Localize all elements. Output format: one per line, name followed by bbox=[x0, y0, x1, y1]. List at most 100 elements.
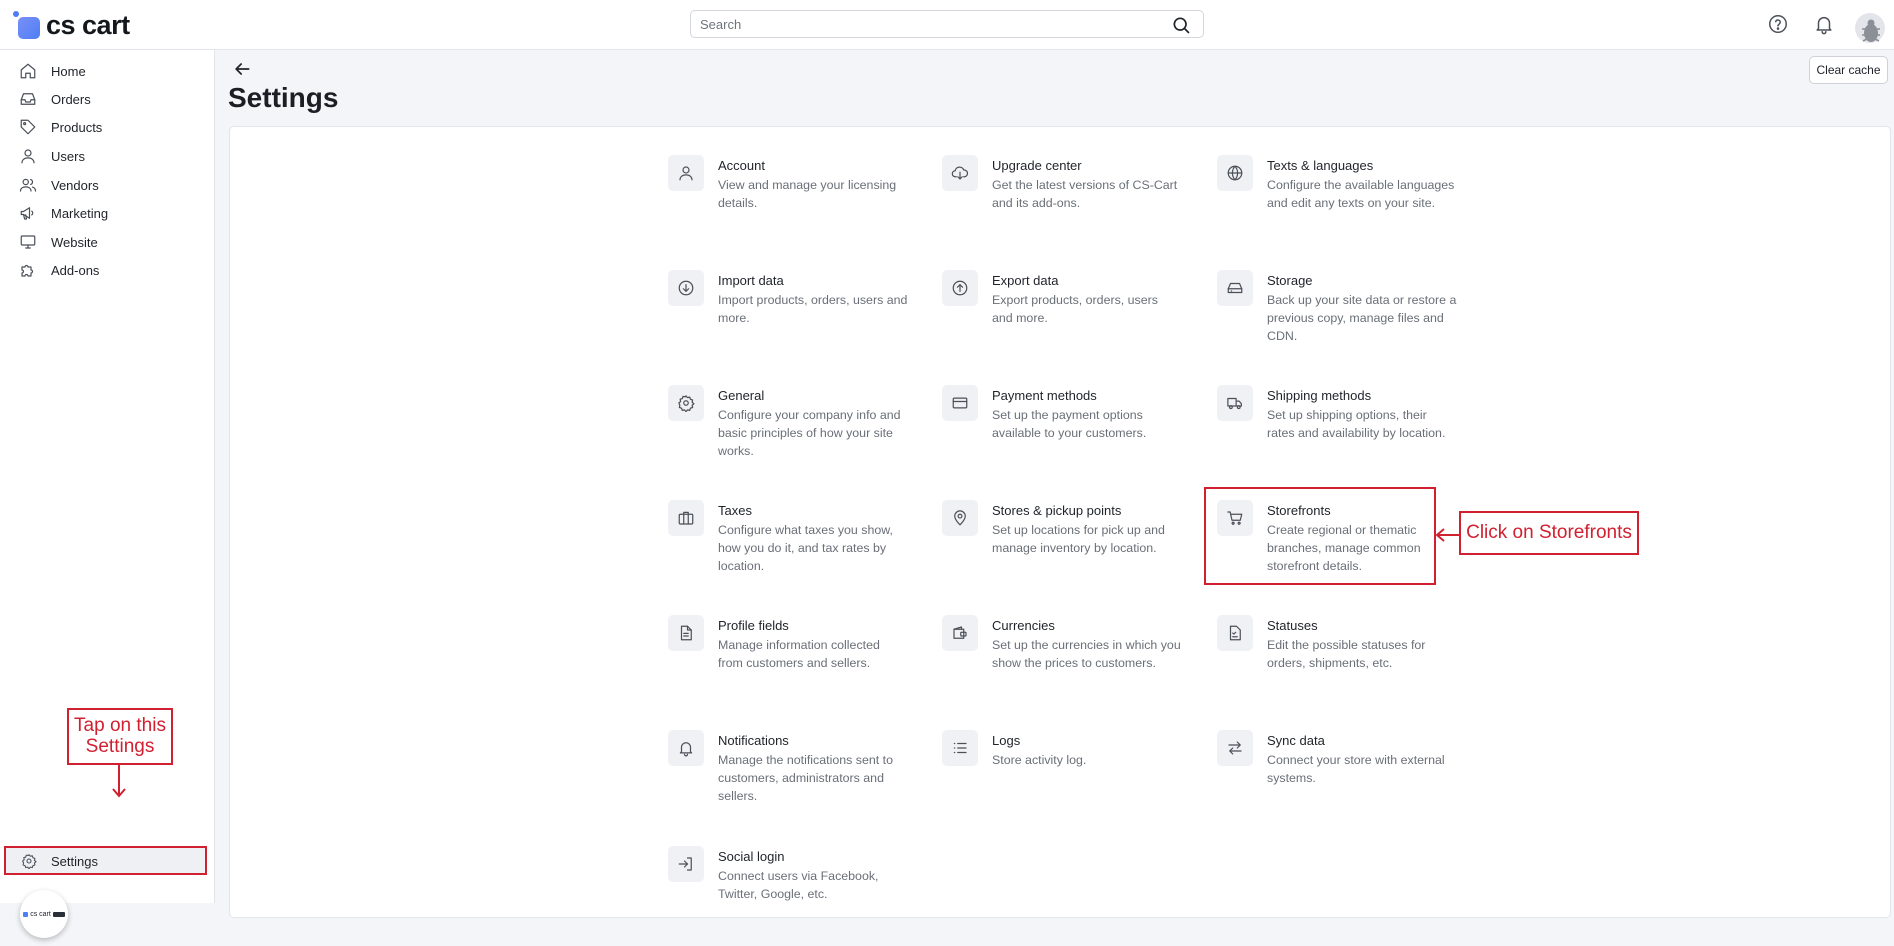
cs-cart-logo[interactable]: cs cart bbox=[13, 9, 130, 41]
card-description: Set up shipping options, their rates and… bbox=[1267, 408, 1446, 440]
bell-icon bbox=[679, 742, 693, 757]
monitor-icon bbox=[20, 235, 36, 249]
sidebar-item-vendors[interactable]: Vendors bbox=[0, 171, 214, 199]
settings-card-statuses[interactable]: Statuses Edit the possible statuses for … bbox=[1217, 615, 1457, 715]
search-box bbox=[690, 10, 1204, 38]
sidebar-item-marketing[interactable]: Marketing bbox=[0, 199, 214, 227]
card-description: Connect users via Facebook, Twitter, Goo… bbox=[718, 869, 879, 901]
card-description: View and manage your licensing details. bbox=[718, 178, 897, 210]
sidebar-item-add-ons[interactable]: Add-ons bbox=[0, 256, 214, 284]
tag-icon bbox=[20, 119, 36, 135]
card-title: Notifications bbox=[718, 733, 789, 748]
settings-card-account[interactable]: Account View and manage your licensing d… bbox=[668, 155, 908, 255]
settings-card-texts-languages[interactable]: Texts & languages Configure the availabl… bbox=[1217, 155, 1457, 255]
help-icon[interactable] bbox=[1767, 13, 1789, 35]
annotation-storefronts-note: Click on Storefronts bbox=[1459, 511, 1639, 555]
card-title: Statuses bbox=[1267, 618, 1318, 633]
card-title: Sync data bbox=[1267, 733, 1325, 748]
search-input[interactable] bbox=[698, 16, 1162, 33]
back-arrow-icon[interactable] bbox=[232, 59, 252, 79]
annotation-arrow-down-icon bbox=[112, 764, 126, 798]
card-description: Export products, orders, users and more. bbox=[992, 293, 1158, 325]
settings-card-sync-data[interactable]: Sync data Connect your store with extern… bbox=[1217, 730, 1457, 830]
users-icon bbox=[19, 178, 37, 192]
sidebar-item-label: Home bbox=[51, 63, 86, 79]
card-description: Set up the payment options available to … bbox=[992, 408, 1147, 440]
settings-card-stores-pickup-points[interactable]: Stores & pickup points Set up locations … bbox=[942, 500, 1182, 600]
sidebar-item-label: Add-ons bbox=[51, 262, 100, 278]
card-title: Payment methods bbox=[992, 388, 1097, 403]
sidebar: Home Orders Products Users Vendors Marke… bbox=[0, 50, 215, 938]
arrows-exchange-icon bbox=[1228, 741, 1242, 755]
storefronts-highlight-box bbox=[1204, 487, 1436, 585]
top-bar: cs cart A bbox=[0, 0, 1894, 50]
card-title: Shipping methods bbox=[1267, 388, 1372, 403]
status-file-icon bbox=[1229, 625, 1241, 641]
mini-logo: cs cart bbox=[23, 911, 65, 918]
arrow-up-circle-icon bbox=[952, 280, 968, 296]
card-description: Manage information collected from custom… bbox=[718, 638, 880, 670]
card-title: Texts & languages bbox=[1267, 158, 1374, 173]
bell-icon[interactable] bbox=[1813, 13, 1835, 35]
sidebar-item-users[interactable]: Users bbox=[0, 142, 214, 170]
puzzle-icon bbox=[21, 264, 34, 277]
settings-card-export-data[interactable]: Export data Export products, orders, use… bbox=[942, 270, 1182, 370]
card-title: Logs bbox=[992, 733, 1021, 748]
megaphone-icon bbox=[20, 207, 34, 220]
list-icon bbox=[953, 742, 967, 754]
credit-card-icon bbox=[952, 397, 968, 409]
page-title: Settings bbox=[228, 82, 339, 113]
briefcase-icon bbox=[678, 511, 694, 525]
card-description: Set up the currencies in which you show … bbox=[992, 638, 1181, 670]
card-title: Social login bbox=[718, 849, 785, 864]
card-description: Import products, orders, users and more. bbox=[718, 293, 908, 325]
card-title: Profile fields bbox=[718, 618, 789, 633]
sidebar-item-products[interactable]: Products bbox=[0, 113, 214, 141]
card-description: Manage the notifications sent to custome… bbox=[718, 753, 893, 803]
card-title: Import data bbox=[718, 273, 784, 288]
card-description: Edit the possible statuses for orders, s… bbox=[1267, 638, 1426, 670]
log-in-icon bbox=[678, 857, 692, 871]
card-description: Set up locations for pick up and manage … bbox=[992, 523, 1165, 555]
settings-card-notifications[interactable]: Notifications Manage the notifications s… bbox=[668, 730, 908, 830]
sidebar-item-label: Orders bbox=[51, 91, 91, 107]
logo-mark-icon bbox=[13, 10, 42, 40]
settings-card-payment-methods[interactable]: Payment methods Set up the payment optio… bbox=[942, 385, 1182, 485]
user-icon bbox=[21, 149, 35, 164]
avatar[interactable]: A bbox=[1855, 13, 1885, 43]
sidebar-item-website[interactable]: Website bbox=[0, 228, 214, 256]
arrow-down-circle-icon bbox=[678, 280, 694, 296]
sidebar-item-orders[interactable]: Orders bbox=[0, 85, 214, 113]
settings-card-general[interactable]: General Configure your company info and … bbox=[668, 385, 908, 485]
clear-cache-button[interactable]: Clear cache bbox=[1809, 56, 1888, 84]
search-icon[interactable] bbox=[1171, 15, 1191, 35]
settings-card-upgrade-center[interactable]: Upgrade center Get the latest versions o… bbox=[942, 155, 1182, 255]
card-description: Configure the available languages and ed… bbox=[1267, 178, 1455, 210]
settings-card-storage[interactable]: Storage Back up your site data or restor… bbox=[1217, 270, 1457, 370]
card-description: Store activity log. bbox=[992, 753, 1087, 767]
sidebar-item-label: Marketing bbox=[51, 205, 109, 221]
logo-text: cs cart bbox=[46, 9, 130, 40]
card-title: Currencies bbox=[992, 618, 1055, 633]
card-description: Connect your store with external systems… bbox=[1267, 753, 1445, 785]
inbox-icon bbox=[20, 93, 36, 105]
annotation-arrow-left-icon bbox=[1435, 528, 1461, 542]
gear-icon bbox=[22, 854, 37, 869]
cs-cart-chat-bubble[interactable]: cs cart bbox=[20, 890, 68, 938]
truck-icon bbox=[1227, 397, 1242, 410]
sidebar-item-label: Website bbox=[51, 234, 98, 250]
card-description: Get the latest versions of CS-Cart and i… bbox=[992, 178, 1178, 210]
settings-card-taxes[interactable]: Taxes Configure what taxes you show, how… bbox=[668, 500, 908, 600]
settings-card-shipping-methods[interactable]: Shipping methods Set up shipping options… bbox=[1217, 385, 1457, 485]
settings-card-social-login[interactable]: Social login Connect users via Facebook,… bbox=[668, 846, 908, 946]
sidebar-item-home[interactable]: Home bbox=[0, 57, 214, 85]
card-title: Stores & pickup points bbox=[992, 503, 1122, 518]
settings-card-currencies[interactable]: Currencies Set up the currencies in whic… bbox=[942, 615, 1182, 715]
settings-card-logs[interactable]: Logs Store activity log. bbox=[942, 730, 1182, 830]
sidebar-item-settings[interactable]: Settings bbox=[4, 846, 207, 875]
settings-card-profile-fields[interactable]: Profile fields Manage information collec… bbox=[668, 615, 908, 715]
settings-card-import-data[interactable]: Import data Import products, orders, use… bbox=[668, 270, 908, 370]
card-title: Export data bbox=[992, 273, 1059, 288]
hard-drive-icon bbox=[1227, 282, 1243, 294]
home-icon bbox=[20, 63, 36, 79]
